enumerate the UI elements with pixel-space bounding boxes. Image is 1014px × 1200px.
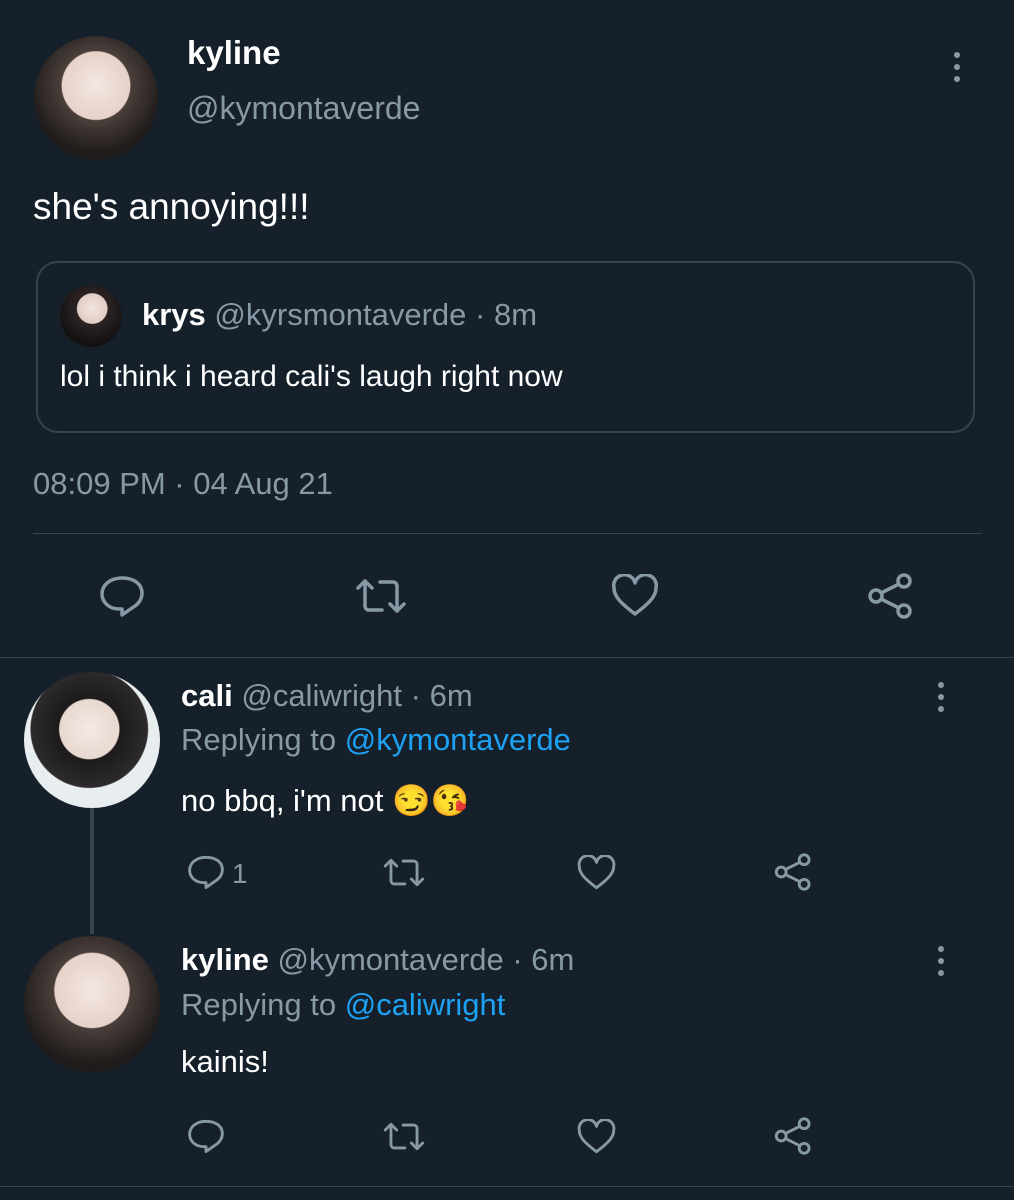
like-icon[interactable] bbox=[576, 1119, 617, 1155]
author-display-name[interactable]: kyline bbox=[187, 34, 281, 72]
more-options-icon[interactable] bbox=[938, 946, 944, 976]
replying-to-prefix: Replying to bbox=[181, 722, 337, 757]
retweet-icon[interactable] bbox=[382, 856, 426, 889]
replying-to-line: Replying to @kymontaverde bbox=[181, 722, 571, 758]
reply-header: kyline @kymontaverde · 6m bbox=[181, 942, 574, 978]
quoted-tweet-text: lol i think i heard cali's laugh right n… bbox=[60, 360, 563, 393]
replying-to-prefix: Replying to bbox=[181, 987, 337, 1022]
thread-line bbox=[90, 808, 94, 934]
replying-to-link[interactable]: @caliwright bbox=[345, 987, 506, 1022]
reply-handle[interactable]: @caliwright bbox=[241, 678, 402, 713]
quoted-display-name: krys bbox=[142, 297, 206, 332]
reply-icon[interactable] bbox=[186, 1118, 226, 1154]
quoted-tweet-card[interactable] bbox=[36, 261, 975, 433]
reply-header: cali @caliwright · 6m bbox=[181, 678, 473, 714]
tweet-timestamp: 08:09 PM · 04 Aug 21 bbox=[33, 466, 333, 501]
reply-time: · 6m bbox=[512, 942, 575, 977]
author-handle[interactable]: @kymontaverde bbox=[187, 90, 420, 127]
reply-display-name[interactable]: kyline bbox=[181, 942, 269, 977]
share-icon[interactable] bbox=[773, 1116, 814, 1156]
reply-text: kainis! bbox=[181, 1044, 269, 1079]
replying-to-link[interactable]: @kymontaverde bbox=[345, 722, 571, 757]
like-icon[interactable] bbox=[576, 855, 617, 891]
divider bbox=[33, 533, 982, 534]
reply-icon[interactable] bbox=[186, 854, 226, 890]
reply-text: no bbq, i'm not 😏😘 bbox=[181, 783, 470, 818]
reply-time: · 6m bbox=[410, 678, 473, 713]
divider bbox=[0, 1186, 1014, 1187]
author-avatar[interactable] bbox=[34, 36, 158, 160]
quoted-time: · 8m bbox=[475, 297, 538, 332]
replying-to-line: Replying to @caliwright bbox=[181, 987, 505, 1023]
quoted-author-avatar bbox=[60, 285, 122, 347]
share-icon[interactable] bbox=[866, 572, 916, 620]
quoted-author-line: krys @kyrsmontaverde · 8m bbox=[142, 297, 537, 333]
more-options-icon[interactable] bbox=[954, 52, 960, 82]
share-icon[interactable] bbox=[773, 852, 814, 892]
quoted-handle: @kyrsmontaverde bbox=[214, 297, 467, 332]
reply-author-avatar[interactable] bbox=[24, 672, 160, 808]
more-options-icon[interactable] bbox=[938, 682, 944, 712]
reply-display-name[interactable]: cali bbox=[181, 678, 233, 713]
tweet-text: she's annoying!!! bbox=[33, 186, 310, 227]
divider bbox=[0, 657, 1014, 658]
retweet-icon[interactable] bbox=[354, 576, 408, 616]
reply-author-avatar[interactable] bbox=[24, 936, 160, 1072]
like-icon[interactable] bbox=[610, 574, 660, 618]
retweet-icon[interactable] bbox=[382, 1120, 426, 1153]
reply-count: 1 bbox=[232, 858, 248, 889]
reply-icon[interactable] bbox=[98, 574, 146, 618]
reply-handle[interactable]: @kymontaverde bbox=[278, 942, 504, 977]
